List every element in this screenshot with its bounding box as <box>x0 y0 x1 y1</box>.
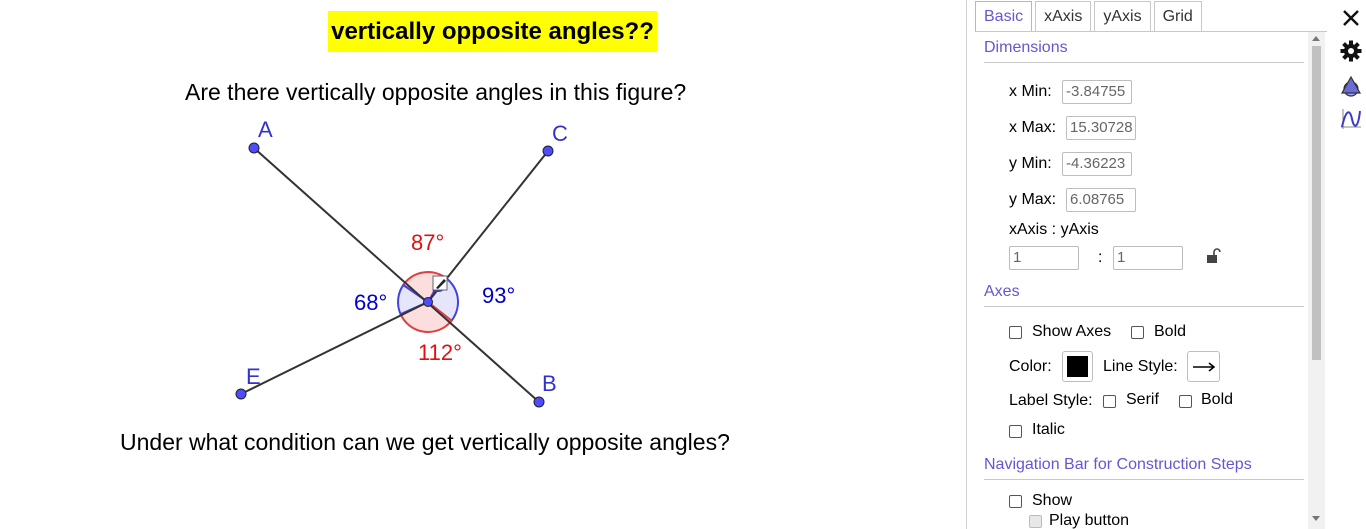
segment-DE[interactable] <box>240 301 429 395</box>
bold-checkbox[interactable] <box>1131 326 1144 339</box>
section-navigation-title: Navigation Bar for Construction Steps <box>984 456 1252 473</box>
close-icon[interactable] <box>1339 6 1363 30</box>
arrow-right-icon <box>1193 362 1216 372</box>
ratio-y-input[interactable]: 1 <box>1113 246 1183 270</box>
panel-scrollbar[interactable] <box>1308 32 1325 529</box>
angle-label-bottom: 112° <box>418 340 462 365</box>
gear-icon[interactable] <box>1339 39 1363 63</box>
tab-yaxis[interactable]: yAxis <box>1094 1 1151 32</box>
angle-label-top: 87° <box>411 230 444 255</box>
settings-tabs: Basic xAxis yAxis Grid <box>975 0 1205 32</box>
play-button-label: Play button <box>1049 512 1130 529</box>
axis-ratio-label: xAxis : yAxis <box>1009 221 1099 238</box>
point-D[interactable] <box>423 297 433 307</box>
label-bold-label: Bold <box>1201 391 1234 408</box>
section-divider <box>984 306 1304 307</box>
label-style-label: Label Style: <box>1009 392 1093 409</box>
serif-label: Serif <box>1126 391 1159 408</box>
xmin-input[interactable]: -3.84755 <box>1062 80 1132 104</box>
settings-panel: Basic xAxis yAxis Grid Dimensions x Min:… <box>966 0 1366 529</box>
ymax-label: y Max: <box>1009 191 1057 208</box>
geometry-style-icon[interactable] <box>1339 74 1363 98</box>
scroll-down-arrow-icon[interactable] <box>1312 516 1320 521</box>
ratio-separator: : <box>1098 249 1103 266</box>
angle-label-right: 93° <box>482 283 515 308</box>
graphics-view[interactable]: vertically opposite angles?? Are there v… <box>0 0 966 529</box>
unlock-icon[interactable] <box>1205 247 1221 265</box>
bold-label: Bold <box>1154 323 1187 340</box>
section-axes-title: Axes <box>984 283 1020 300</box>
xmax-label: x Max: <box>1009 119 1057 136</box>
pen-cursor-icon <box>432 275 448 291</box>
graph-style-icon[interactable] <box>1339 107 1363 131</box>
axis-color-button[interactable] <box>1062 351 1093 382</box>
italic-label: Italic <box>1032 421 1065 438</box>
section-dimensions-title: Dimensions <box>984 39 1068 56</box>
ymin-label: y Min: <box>1009 155 1052 172</box>
show-axes-label: Show Axes <box>1032 323 1112 340</box>
line-style-label: Line Style: <box>1103 358 1178 375</box>
label-A: A <box>258 117 273 142</box>
section-divider <box>984 479 1304 480</box>
label-E: E <box>246 364 261 389</box>
point-E[interactable] <box>235 388 247 400</box>
show-navbar-label: Show <box>1032 492 1073 509</box>
point-A[interactable] <box>248 142 260 154</box>
show-navbar-checkbox[interactable] <box>1009 495 1022 508</box>
line-style-button[interactable] <box>1187 351 1220 382</box>
axis-color-swatch <box>1067 356 1088 377</box>
ratio-x-input[interactable]: 1 <box>1009 246 1079 270</box>
basic-settings-content: Dimensions x Min: -3.84755 x Max: 15.307… <box>976 32 1308 529</box>
xmax-input[interactable]: 15.30728 <box>1066 116 1136 140</box>
tab-xaxis[interactable]: xAxis <box>1035 1 1092 32</box>
tab-basic[interactable]: Basic <box>975 1 1033 32</box>
tab-grid[interactable]: Grid <box>1153 1 1202 32</box>
label-bold-checkbox[interactable] <box>1179 395 1192 408</box>
serif-checkbox[interactable] <box>1103 395 1116 408</box>
italic-checkbox[interactable] <box>1009 425 1022 438</box>
side-icon-strip <box>1333 0 1366 529</box>
color-label: Color: <box>1009 358 1052 375</box>
angle-label-left: 68° <box>354 290 387 315</box>
label-C: C <box>552 121 568 146</box>
footer-question-text: Under what condition can we get vertical… <box>120 429 730 455</box>
ymin-input[interactable]: -4.36223 <box>1062 152 1132 176</box>
segment-AB[interactable] <box>253 147 540 403</box>
section-divider <box>984 62 1304 63</box>
show-axes-checkbox[interactable] <box>1009 326 1022 339</box>
point-B[interactable] <box>533 396 545 408</box>
play-button-checkbox[interactable] <box>1029 515 1042 528</box>
label-B: B <box>542 371 557 396</box>
ymax-input[interactable]: 6.08765 <box>1066 188 1136 212</box>
point-C[interactable] <box>542 145 554 157</box>
scroll-thumb[interactable] <box>1312 46 1321 360</box>
scroll-up-arrow-icon[interactable] <box>1312 36 1320 41</box>
xmin-label: x Min: <box>1009 83 1052 100</box>
